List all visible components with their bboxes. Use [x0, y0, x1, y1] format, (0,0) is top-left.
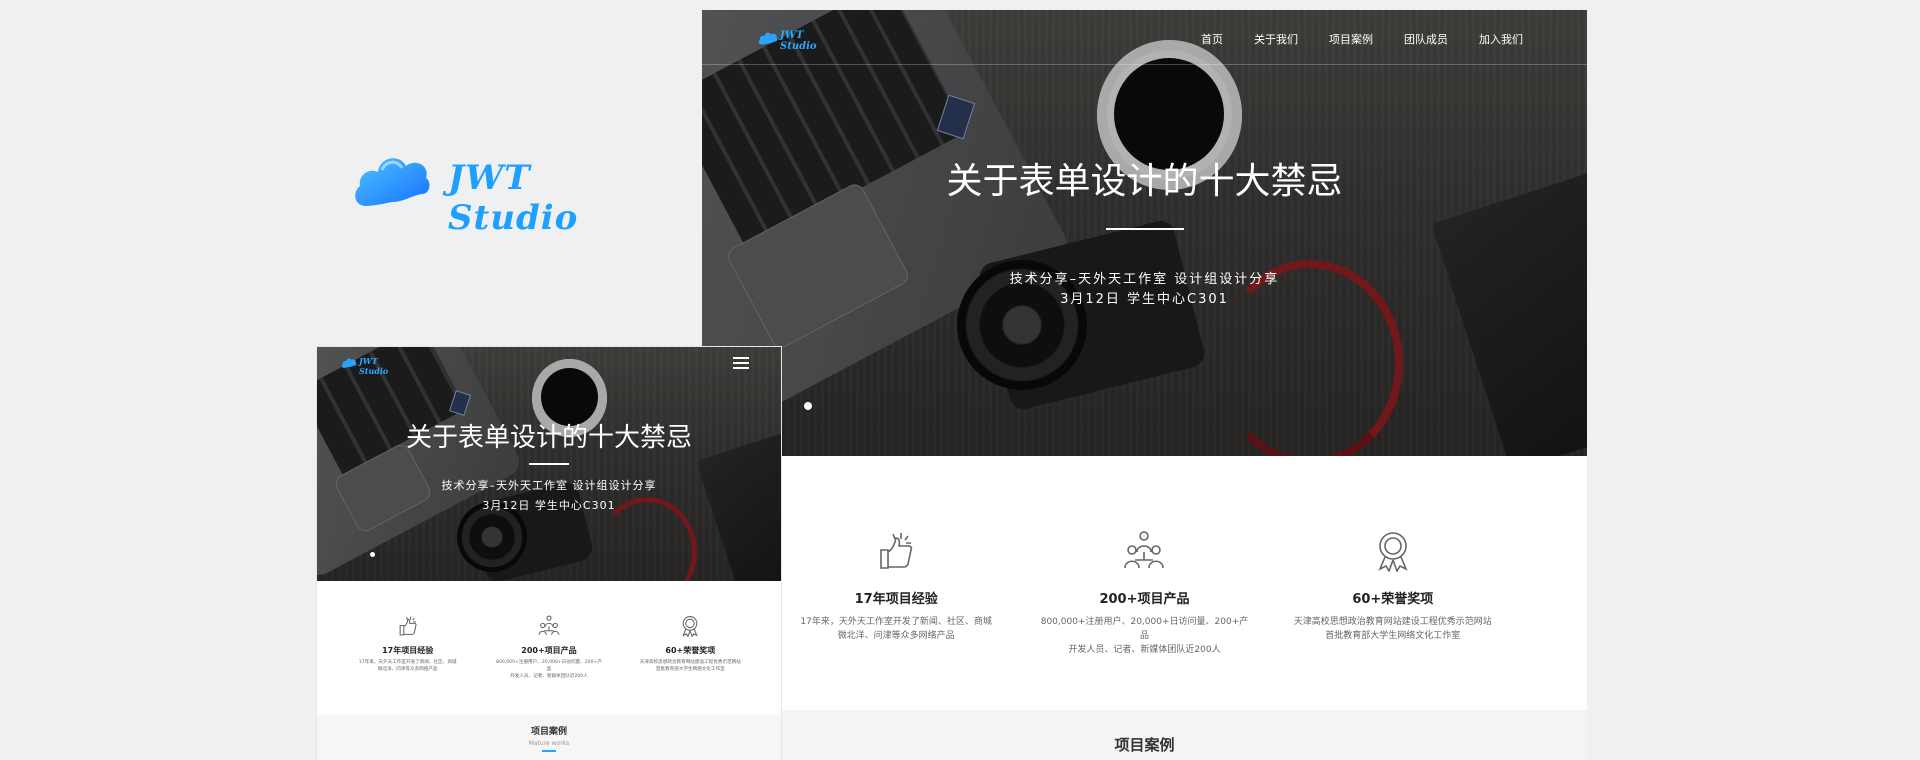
carousel-dot[interactable] — [804, 402, 812, 410]
hero-subtitle: 技术分享–天外天工作室 设计组设计分享 — [441, 479, 657, 492]
hero-banner: JWT Studio 关于表单设计的十大禁忌 技术分享–天外天工作室 设计组设计… — [317, 347, 781, 581]
hero-date: 3月12日 学生中心C301 — [482, 499, 616, 512]
stats-row: 17年项目经验 17年来，天外天工作室开发了新闻、社区、商城 微北洋、问津等众多… — [702, 530, 1587, 657]
brand-logo: JWT Studio — [352, 140, 652, 238]
stat-item: 60+荣誉奖项 天津高校思想政治教育网站建设工程优秀示范网站 首批教育部大学生网… — [635, 615, 745, 680]
stat-item: 17年项目经验 17年来，天外天工作室开发了新闻、社区、商城 微北洋、问津等众多… — [353, 615, 463, 680]
hero-title: 关于表单设计的十大禁忌 — [946, 161, 1343, 202]
team-icon — [1124, 531, 1165, 569]
brand-name: JWT Studio — [448, 158, 579, 238]
thumbs-up-icon — [399, 616, 417, 636]
nav-item-home[interactable]: 首页 — [1201, 31, 1223, 47]
award-medal-icon — [682, 616, 699, 638]
cloud-icon — [355, 158, 430, 206]
section-accent-bar — [542, 750, 556, 752]
hero-date: 3月12日 学生中心C301 — [1060, 292, 1229, 307]
mobile-mockup: JWT Studio 关于表单设计的十大禁忌 技术分享–天外天工作室 设计组设计… — [317, 347, 781, 760]
nav-item-projects[interactable]: 项目案例 — [1329, 31, 1373, 47]
stat-item: 200+项目产品 800,000+注册用户、20,000+日访问量、200+产品… — [494, 615, 604, 680]
cloud-icon — [758, 32, 778, 45]
top-nav: 首页 关于我们 项目案例 团队成员 加入我们 — [1201, 31, 1587, 47]
hero-title: 关于表单设计的十大禁忌 — [405, 423, 692, 453]
section-title: 项目案例 — [1114, 736, 1175, 754]
projects-section: 项目案例 Mature works — [317, 715, 781, 760]
hero-subtitle: 技术分享–天外天工作室 设计组设计分享 — [1009, 272, 1280, 287]
nav-item-team[interactable]: 团队成员 — [1404, 31, 1448, 47]
stats-row: 17年项目经验 17年来，天外天工作室开发了新闻、社区、商城 微北洋、问津等众多… — [317, 615, 781, 680]
section-subtitle: Mature works — [528, 740, 570, 747]
cloud-icon — [341, 358, 357, 368]
hamburger-menu-icon[interactable] — [733, 357, 749, 369]
award-medal-icon — [1378, 532, 1408, 573]
nav-logo[interactable]: JWT Studio — [341, 354, 401, 376]
stat-item: 17年项目经验 17年来，天外天工作室开发了新闻、社区、商城 微北洋、问津等众多… — [791, 530, 1001, 657]
nav-item-join[interactable]: 加入我们 — [1479, 31, 1523, 47]
section-title: 项目案例 — [530, 727, 567, 737]
nav-divider — [702, 64, 1587, 65]
nav-item-about[interactable]: 关于我们 — [1254, 31, 1298, 47]
projects-section: 项目案例 — [702, 710, 1587, 760]
hero-divider — [1106, 228, 1184, 230]
nav-logo[interactable]: JWT Studio — [758, 28, 828, 52]
desktop-mockup: JWT Studio 首页 关于我们 项目案例 团队成员 加入我们 关于表单设计… — [702, 10, 1587, 760]
hero-banner: JWT Studio 首页 关于我们 项目案例 团队成员 加入我们 关于表单设计… — [702, 10, 1587, 456]
stat-item: 200+项目产品 800,000+注册用户、20,000+日访问量、200+产品… — [1039, 530, 1249, 657]
team-icon — [538, 615, 560, 635]
hero-divider — [529, 463, 569, 465]
carousel-dot[interactable] — [370, 552, 375, 557]
stat-item: 60+荣誉奖项 天津高校思想政治教育网站建设工程优秀示范网站 首批教育部大学生网… — [1288, 530, 1498, 657]
thumbs-up-icon — [880, 533, 913, 569]
